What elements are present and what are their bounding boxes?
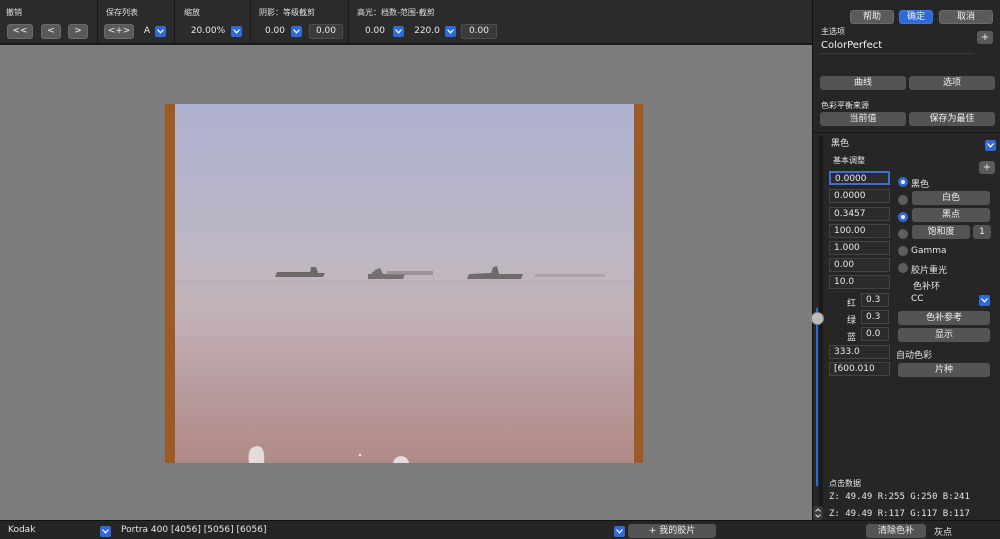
chevron-down-icon[interactable] bbox=[979, 295, 990, 306]
white-value-input[interactable]: 0.0000 bbox=[829, 189, 890, 203]
zoom-value[interactable]: 20.00% bbox=[183, 24, 233, 39]
stepper-icon[interactable] bbox=[813, 506, 823, 520]
blue-value-input[interactable]: 0.0 bbox=[861, 327, 889, 341]
red-value-input[interactable]: 0.3 bbox=[861, 293, 889, 307]
blue-label: 蓝 bbox=[847, 333, 857, 343]
right-control-panel: 帮助 确定 取消 主选项 + ColorPerfect 曲线 选项 色彩平衡来源… bbox=[811, 0, 1000, 520]
chevron-down-icon[interactable] bbox=[393, 26, 404, 37]
chevron-down-icon[interactable] bbox=[155, 26, 166, 37]
blackpoint-value-input[interactable]: 0.3457 bbox=[829, 207, 890, 221]
slider-track-fill bbox=[816, 308, 818, 486]
shadow-label: 阴影：等级截剪 bbox=[259, 8, 315, 17]
highlight-clip-input[interactable]: 0.00 bbox=[461, 24, 497, 39]
saturation-value-input[interactable]: 100.00 bbox=[829, 224, 890, 238]
blackpoint-radio[interactable] bbox=[898, 212, 908, 222]
undo-first-button[interactable]: << bbox=[7, 24, 33, 39]
zoom-label: 缩放 bbox=[184, 8, 200, 17]
film-scan-preview[interactable] bbox=[165, 104, 643, 463]
saturation-radio[interactable] bbox=[898, 229, 908, 239]
chevron-down-icon[interactable] bbox=[231, 26, 242, 37]
green-value-input[interactable]: 0.3 bbox=[861, 310, 889, 324]
highlight-group: 高光：档数-范围-截剪 0.00 220.0 0.00 bbox=[349, 0, 501, 44]
savelist-group: 保存列表 <+> A bbox=[98, 0, 175, 44]
zoom-group: 缩放 20.00% bbox=[175, 0, 251, 44]
save-best-button[interactable]: 保存为最佳 bbox=[909, 112, 995, 126]
chevron-down-icon[interactable] bbox=[291, 26, 302, 37]
clear-cc-button[interactable]: 清除色补 bbox=[866, 524, 926, 538]
main-option-value[interactable]: ColorPerfect bbox=[821, 40, 882, 51]
current-value-button[interactable]: 当前值 bbox=[820, 112, 906, 126]
blackpoint-button[interactable]: 黑点 bbox=[912, 208, 990, 222]
film-type-value-input[interactable]: [600.010 bbox=[829, 362, 890, 376]
film-type-button[interactable]: 片种 bbox=[898, 363, 990, 377]
click-readout-1: Z: 49.49 R:255 G:250 B:241 bbox=[829, 492, 970, 502]
undo-group: 撤销 << < > bbox=[0, 0, 98, 44]
undo-label: 撤销 bbox=[6, 8, 22, 17]
highlight-label: 高光：档数-范围-截剪 bbox=[357, 8, 435, 17]
green-label: 绿 bbox=[847, 316, 857, 326]
white-button[interactable]: 白色 bbox=[912, 191, 990, 205]
click-readout-2: Z: 49.49 R:117 G:117 B:117 bbox=[829, 509, 970, 519]
shadow-level-value[interactable]: 0.00 bbox=[259, 24, 291, 39]
chevron-down-icon[interactable] bbox=[100, 526, 111, 537]
film-brand-select[interactable]: Kodak bbox=[8, 525, 35, 535]
help-button[interactable]: 帮助 bbox=[850, 10, 894, 24]
black-value-input[interactable]: 0.0000 bbox=[829, 171, 890, 185]
status-bar: Kodak Portra 400 [4056] [5056] [6056] + … bbox=[0, 520, 1000, 539]
mode-select[interactable]: 黑色 bbox=[827, 138, 987, 152]
chevron-down-icon[interactable] bbox=[985, 140, 996, 151]
gray-point-label[interactable]: 灰点 bbox=[934, 525, 952, 538]
colorperfect-window: 撤销 << < > 保存列表 <+> A 缩放 20.00% 阴影：等级截剪 0… bbox=[0, 0, 1000, 539]
savelist-swap-button[interactable]: <+> bbox=[104, 24, 134, 39]
saturation-button[interactable]: 饱和度 bbox=[912, 225, 970, 239]
main-option-label: 主选项 bbox=[821, 27, 845, 36]
click-data-label: 点击数据 bbox=[829, 479, 861, 488]
wb-source-label: 色彩平衡来源 bbox=[821, 101, 869, 110]
shadow-clip-input[interactable]: 0.00 bbox=[309, 24, 343, 39]
cc-select[interactable]: CC bbox=[897, 293, 989, 307]
color-ring-value-input[interactable]: 10.0 bbox=[829, 275, 890, 289]
my-film-button[interactable]: + 我的胶片 bbox=[628, 524, 716, 538]
top-toolbar: 撤销 << < > 保存列表 <+> A 缩放 20.00% 阴影：等级截剪 0… bbox=[0, 0, 812, 44]
harbor-scene bbox=[175, 266, 634, 463]
white-radio[interactable] bbox=[898, 195, 908, 205]
highlight-stops-value[interactable]: 0.00 bbox=[357, 24, 393, 39]
ok-button[interactable]: 确定 bbox=[899, 10, 933, 24]
chevron-down-icon[interactable] bbox=[614, 526, 625, 537]
options-button[interactable]: 选项 bbox=[909, 76, 995, 90]
savelist-slot-value[interactable]: A bbox=[142, 24, 152, 39]
undo-prev-button[interactable]: < bbox=[41, 24, 61, 39]
display-button[interactable]: 显示 bbox=[898, 328, 990, 342]
chevron-down-icon[interactable] bbox=[445, 26, 456, 37]
curve-button[interactable]: 曲线 bbox=[820, 76, 906, 90]
film-overlap-label: 胶片重光 bbox=[911, 266, 948, 276]
basic-adjust-label: 基本调整 bbox=[833, 156, 865, 165]
auto-color-label: 自动色彩 bbox=[896, 351, 933, 361]
slider-handle-icon[interactable] bbox=[811, 312, 824, 325]
add-main-option-button[interactable]: + bbox=[977, 31, 993, 44]
black-radio-label: 黑色 bbox=[911, 180, 930, 190]
gamma-radio-label: Gamma bbox=[911, 246, 947, 256]
saturation-number-button[interactable]: 1 bbox=[973, 225, 991, 239]
black-radio[interactable] bbox=[898, 177, 908, 187]
undo-next-button[interactable]: > bbox=[68, 24, 88, 39]
color-ring-label: 色补环 bbox=[913, 282, 941, 292]
add-basic-button[interactable]: + bbox=[979, 161, 995, 174]
savelist-label: 保存列表 bbox=[106, 8, 138, 17]
shadow-group: 阴影：等级截剪 0.00 0.00 bbox=[251, 0, 349, 44]
slider-track-bg bbox=[819, 136, 823, 519]
auto-color-value-input[interactable]: 333.0 bbox=[829, 345, 890, 359]
gamma-value-input[interactable]: 1.000 bbox=[829, 241, 890, 255]
section-divider bbox=[813, 132, 1000, 133]
highlight-range-value[interactable]: 220.0 bbox=[407, 24, 447, 39]
film-overlap-value-input[interactable]: 0.00 bbox=[829, 258, 890, 272]
film-stock-select[interactable]: Portra 400 [4056] [5056] [6056] bbox=[121, 525, 266, 535]
gamma-radio[interactable] bbox=[898, 246, 908, 256]
film-overlap-radio[interactable] bbox=[898, 263, 908, 273]
cancel-button[interactable]: 取消 bbox=[939, 10, 993, 24]
image-canvas[interactable] bbox=[0, 45, 812, 520]
cc-reference-button[interactable]: 色补参考 bbox=[898, 311, 990, 325]
red-label: 红 bbox=[847, 299, 857, 309]
divider bbox=[819, 53, 974, 54]
